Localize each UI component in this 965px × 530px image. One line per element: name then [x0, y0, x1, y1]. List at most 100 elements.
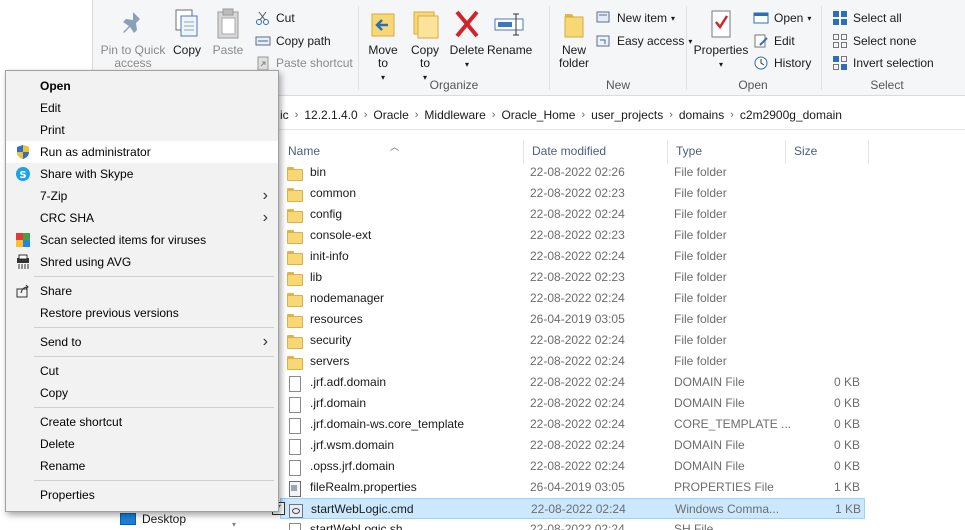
menu-item-scan-selected-items-for-viruses[interactable]: Scan selected items for viruses [6, 229, 278, 251]
select-none-button[interactable]: Select none [832, 31, 916, 51]
breadcrumb-item[interactable]: Oracle [367, 108, 414, 122]
edit-button[interactable]: Edit [753, 31, 795, 51]
cut-button[interactable]: Cut [255, 8, 295, 28]
file-type: File folder [674, 186, 727, 200]
file-date: 22-08-2022 02:23 [530, 270, 625, 284]
column-header-size[interactable]: Size [786, 140, 869, 164]
copy-to-button[interactable]: Copy to ▾ [405, 6, 445, 84]
file-name: .jrf.wsm.domain [310, 438, 395, 452]
file-size [792, 204, 860, 225]
file-date: 22-08-2022 02:23 [530, 228, 625, 242]
file-row[interactable]: common 22-08-2022 02:23 File folder [280, 183, 865, 204]
nav-item-desktop[interactable]: Desktop [120, 510, 186, 528]
column-header-date[interactable]: Date modified [524, 140, 668, 164]
file-type: DOMAIN File [674, 438, 745, 452]
menu-item-share[interactable]: Share [6, 280, 278, 302]
file-row[interactable]: .jrf.domain 22-08-2022 02:24 DOMAIN File 0 … [280, 393, 865, 414]
file-row[interactable]: startWebLogic.sh 22-08-2022 02:24 SH File [280, 519, 865, 530]
rename-button[interactable]: Rename [487, 6, 532, 57]
address-bar[interactable]: ic › 12.2.1.4.0 › Oracle › Middleware › Oracle_H… [270, 100, 965, 130]
file-name: console-ext [310, 228, 372, 242]
file-row[interactable]: init-info 22-08-2022 02:24 File folder [280, 246, 865, 267]
easy-access-label: Easy access [617, 34, 685, 48]
file-row[interactable]: bin 22-08-2022 02:26 File folder [280, 162, 865, 183]
file-row[interactable]: nodemanager 22-08-2022 02:24 File folder [280, 288, 865, 309]
file-row[interactable]: fileRealm.properties 26-04-2019 03:05 PROP… [280, 477, 865, 498]
menu-item-edit[interactable]: Edit [6, 97, 278, 119]
menu-item-send-to[interactable]: Send to › [6, 331, 278, 353]
copy-to-label: Copy to [410, 43, 439, 70]
copy-path-button[interactable]: Copy path [255, 31, 331, 51]
delete-button[interactable]: Delete ▾ [447, 6, 487, 71]
paste-button[interactable]: Paste [209, 6, 247, 57]
menu-item-share-with-skype[interactable]: S Share with Skype [6, 163, 278, 185]
breadcrumb-item[interactable]: Oracle_Home [495, 108, 581, 122]
move-to-button[interactable]: Move to ▾ [363, 6, 403, 84]
file-row[interactable]: lib 22-08-2022 02:23 File folder [280, 267, 865, 288]
select-all-button[interactable]: Select all [832, 8, 902, 28]
breadcrumb-item[interactable]: user_projects [585, 108, 669, 122]
menu-item-delete[interactable]: Delete [6, 433, 278, 455]
menu-item-restore-previous-versions[interactable]: Restore previous versions [6, 302, 278, 324]
file-row[interactable]: .jrf.adf.domain 22-08-2022 02:24 DOMAIN Fi… [280, 372, 865, 393]
new-group-label: New [605, 78, 630, 92]
menu-item-7-zip[interactable]: 7-Zip › [6, 185, 278, 207]
file-size [792, 246, 860, 267]
menu-item-run-as-administrator[interactable]: Run as administrator [6, 141, 278, 163]
file-row[interactable]: .jrf.domain-ws.core_template 22-08-2022 0… [280, 414, 865, 435]
breadcrumb-item[interactable]: Middleware [418, 108, 491, 122]
copy-button[interactable]: Copy [169, 6, 205, 57]
menu-item-rename[interactable]: Rename [6, 455, 278, 477]
column-header-name[interactable]: Name [280, 140, 524, 164]
file-type: DOMAIN File [674, 459, 745, 473]
file-name: resources [310, 312, 363, 326]
cut-label: Cut [276, 11, 295, 25]
menu-item-create-shortcut[interactable]: Create shortcut [6, 411, 278, 433]
file-row[interactable]: .jrf.wsm.domain 22-08-2022 02:24 DOMAIN Fi… [280, 435, 865, 456]
file-name: init-info [310, 249, 349, 263]
menu-item-crc-sha[interactable]: CRC SHA › [6, 207, 278, 229]
nav-scroll-down-icon[interactable]: ▾ [232, 520, 242, 530]
menu-item-label: Rename [40, 459, 86, 473]
menu-item-cut[interactable]: Cut [6, 360, 278, 382]
file-size: 0 KB [833, 438, 860, 452]
file-row[interactable]: resources 26-04-2019 03:05 File folder [280, 309, 865, 330]
menu-item-properties[interactable]: Properties [6, 484, 278, 506]
menu-item-shred-using-avg[interactable]: Shred using AVG [6, 251, 278, 273]
column-header-type[interactable]: Type [668, 140, 786, 164]
breadcrumb-item[interactable]: c2m2900g_domain [734, 108, 848, 122]
file-date: 22-08-2022 02:24 [530, 249, 625, 263]
menu-item-label: Send to [40, 335, 82, 349]
properties-label: Properties [693, 43, 749, 57]
folder-icon [286, 228, 303, 244]
file-row[interactable]: servers 22-08-2022 02:24 File folder [280, 351, 865, 372]
file-icon [286, 375, 302, 392]
properties-icon [704, 6, 738, 42]
open-button[interactable]: Open ▾ [753, 8, 811, 28]
folder-icon [286, 270, 303, 286]
invert-selection-label: Invert selection [853, 56, 934, 70]
breadcrumb-item[interactable]: domains [673, 108, 730, 122]
new-folder-icon [557, 6, 591, 42]
new-item-dropdown-icon: ▾ [671, 13, 676, 23]
file-row[interactable]: console-ext 22-08-2022 02:23 File folder [280, 225, 865, 246]
menu-item-copy[interactable]: Copy [6, 382, 278, 404]
file-row[interactable]: config 22-08-2022 02:24 File folder [280, 204, 865, 225]
new-folder-button[interactable]: New folder [554, 6, 594, 70]
menu-item-print[interactable]: Print [6, 119, 278, 141]
menu-item-open[interactable]: Open [6, 75, 278, 97]
properties-button[interactable]: Properties ▾ [691, 6, 751, 71]
new-item-button[interactable]: New item ▾ [596, 8, 675, 28]
file-row[interactable]: ✓startWebLogic.cmd22-08-2022 02:24Window… [272, 498, 865, 519]
file-row[interactable]: .opss.jrf.domain 22-08-2022 02:24 DOMAIN F… [280, 456, 865, 477]
history-button[interactable]: History [753, 53, 811, 73]
select-all-icon [832, 10, 848, 26]
pin-to-quick-access-button[interactable]: Pin to Quick access [99, 6, 167, 70]
properties-dropdown-icon: ▾ [718, 60, 723, 69]
file-name-cell: startWebLogic.sh [286, 519, 522, 530]
invert-selection-button[interactable]: Invert selection [832, 53, 934, 73]
file-row[interactable]: security 22-08-2022 02:24 File folder [280, 330, 865, 351]
breadcrumb-item[interactable]: 12.2.1.4.0 [298, 108, 363, 122]
history-icon [753, 55, 769, 71]
easy-access-button[interactable]: Easy access ▾ [596, 31, 692, 51]
